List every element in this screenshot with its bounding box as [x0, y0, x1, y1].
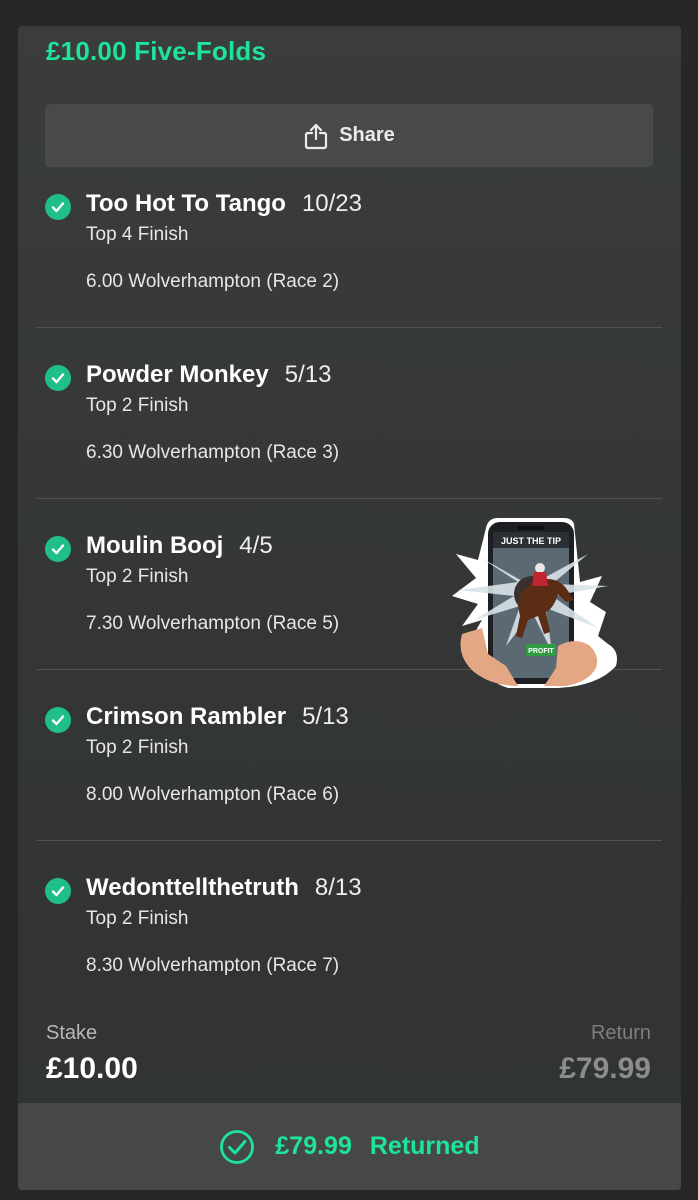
event-name: 8.30 Wolverhampton (Race 7) [86, 955, 340, 976]
event-name: 6.00 Wolverhampton (Race 2) [86, 271, 340, 292]
runner-odds: 5/13 [302, 703, 349, 730]
divider [36, 327, 662, 328]
runner-odds: 8/13 [314, 874, 362, 901]
sticker-title: JUST THE TIP [501, 536, 561, 546]
divider [36, 840, 662, 841]
check-circle-icon [45, 365, 71, 391]
check-circle-icon [45, 878, 71, 904]
returned-amount: £79.99 [275, 1132, 352, 1160]
runner-odds: 4/5 [239, 532, 273, 559]
check-circle-icon [45, 536, 71, 562]
bet-leg: Crimson Rambler 5/13 Top 2 Finish 8.00 Wo… [18, 700, 681, 871]
return-label: Return [590, 1022, 651, 1044]
bet-leg: Too Hot To Tango 10/23 Top 4 Finish 6.00 … [18, 187, 681, 358]
market-name: Top 2 Finish [86, 395, 189, 416]
market-name: Top 4 Finish [86, 224, 189, 245]
market-name: Top 2 Finish [86, 737, 189, 758]
runner-name: Crimson Rambler 5/13 [86, 703, 349, 730]
runner-name: Moulin Booj 4/5 [86, 532, 273, 559]
bet-leg: Wedonttellthetruth 8/13 Top 2 Finish 8.30… [18, 871, 681, 1042]
runner-name: Too Hot To Tango 10/23 [86, 190, 362, 217]
share-icon [303, 122, 329, 150]
runner-name: Wedonttellthetruth 8/13 [86, 874, 362, 901]
check-circle-icon [45, 194, 71, 220]
event-name: 6.30 Wolverhampton (Race 3) [86, 442, 340, 463]
stake-label: Stake [46, 1022, 98, 1044]
market-name: Top 2 Finish [86, 908, 189, 929]
share-button[interactable]: Share [45, 104, 653, 167]
returned-banner: £79.99 Returned [18, 1103, 681, 1190]
runner-odds: 5/13 [284, 361, 332, 388]
bet-title: £10.00 Five-Folds [46, 36, 267, 66]
share-label: Share [339, 124, 395, 146]
event-name: 8.00 Wolverhampton (Race 6) [86, 784, 340, 805]
market-name: Top 2 Finish [86, 566, 189, 587]
event-name: 7.30 Wolverhampton (Race 5) [86, 613, 340, 634]
return-value: £79.99 [559, 1052, 651, 1085]
stake-value: £10.00 [46, 1052, 138, 1085]
promo-sticker-image: JUST THE TIP PROFIT [448, 516, 623, 691]
returned-text: Returned [369, 1132, 480, 1160]
sticker-button: PROFIT [528, 648, 554, 655]
check-circle-outline-icon [219, 1129, 255, 1165]
bet-leg: Powder Monkey 5/13 Top 2 Finish 6.30 Wolv… [18, 358, 681, 529]
check-circle-icon [45, 707, 71, 733]
runner-name: Powder Monkey 5/13 [86, 361, 332, 388]
runner-odds: 10/23 [301, 190, 362, 217]
divider [36, 498, 662, 499]
